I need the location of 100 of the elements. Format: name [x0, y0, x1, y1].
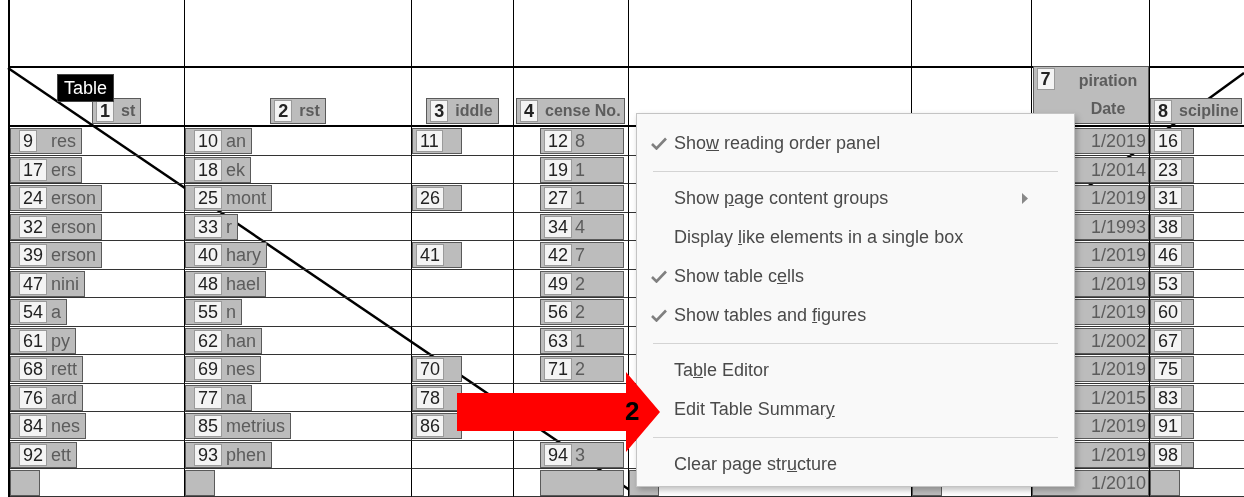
structure-tag[interactable]: 63 1: [540, 327, 624, 354]
structure-tag[interactable]: 84 nes: [10, 413, 87, 439]
order-number: 10: [194, 130, 223, 152]
tag-label: erson: [51, 188, 97, 208]
structure-tag[interactable]: 33 r: [185, 213, 238, 240]
order-number: 92: [19, 443, 48, 466]
structure-tag[interactable]: 48 hael: [185, 270, 267, 297]
structure-tag[interactable]: 16: [1150, 128, 1194, 154]
order-number: 34: [544, 215, 573, 238]
order-number: 49: [544, 272, 573, 295]
tag-label: a: [51, 302, 61, 322]
tag-label: ek: [226, 159, 245, 180]
order-number: 40: [194, 244, 223, 266]
structure-tag[interactable]: 53: [1150, 270, 1194, 297]
structure-tag[interactable]: 32 erson: [10, 213, 103, 240]
structure-tag[interactable]: 71 2: [540, 356, 624, 382]
structure-tag[interactable]: 68 rett: [10, 356, 83, 382]
structure-tag[interactable]: 26: [412, 185, 462, 211]
structure-tag[interactable]: 19 1: [540, 156, 624, 183]
structure-tag[interactable]: 85 metrius: [185, 413, 291, 439]
structure-tag[interactable]: 27 1: [540, 185, 624, 211]
structure-tag[interactable]: 54 a: [10, 299, 67, 325]
structure-tag[interactable]: 2 rst: [270, 98, 326, 124]
structure-tag[interactable]: 4 cense No.: [516, 98, 625, 124]
structure-tag[interactable]: 62 han: [185, 327, 263, 354]
tag-label: 1/2014: [1090, 159, 1146, 180]
structure-tag[interactable]: 1 st: [92, 98, 142, 124]
structure-tag[interactable]: 70: [412, 356, 462, 382]
structure-tag[interactable]: 31: [1150, 185, 1194, 211]
tag-label: 1/2019: [1090, 416, 1146, 436]
structure-tag[interactable]: 78: [412, 384, 462, 411]
structure-tag[interactable]: 93 phen: [185, 441, 273, 468]
structure-tag[interactable]: 69 nes: [185, 356, 262, 382]
structure-tag[interactable]: 60: [1150, 299, 1194, 325]
order-number: 61: [19, 329, 48, 352]
tag-label: nini: [51, 273, 80, 294]
order-number: 46: [1154, 244, 1183, 266]
structure-tag[interactable]: 61 py: [10, 327, 76, 354]
step-number: 2: [625, 396, 640, 426]
tag-label: 1/2019: [1090, 188, 1146, 208]
structure-tag[interactable]: 46: [1150, 242, 1194, 268]
order-number: 55: [194, 301, 223, 323]
structure-tag[interactable]: 56 2: [540, 299, 624, 325]
structure-tag[interactable]: 10 an: [185, 128, 253, 154]
tag-label: n: [226, 302, 236, 322]
structure-tag[interactable]: [1150, 470, 1180, 496]
order-number: 77: [194, 386, 223, 409]
tag-label: piration Date: [1078, 72, 1138, 117]
structure-tag[interactable]: 39 erson: [10, 242, 103, 268]
structure-tag[interactable]: 3 iddle: [426, 98, 499, 124]
structure-tag[interactable]: [540, 470, 624, 496]
structure-tag[interactable]: 11: [412, 128, 462, 154]
tag-label: han: [226, 330, 257, 351]
order-number: 86: [416, 415, 445, 437]
order-number: 1: [96, 100, 114, 122]
structure-tag[interactable]: 38: [1150, 213, 1194, 240]
structure-tag[interactable]: 49 2: [540, 270, 624, 297]
tag-label: st: [121, 102, 136, 119]
structure-tag[interactable]: 23: [1150, 156, 1194, 183]
tag-label: 1/2015: [1090, 387, 1146, 408]
structure-tag[interactable]: 47 nini: [10, 270, 86, 297]
tag-label: hael: [226, 273, 261, 294]
structure-tag[interactable]: [10, 470, 40, 496]
structure-tag[interactable]: 98: [1150, 441, 1194, 468]
tag-label: an: [226, 131, 247, 151]
structure-tag[interactable]: 40 hary: [185, 242, 267, 268]
structure-tag[interactable]: 77 na: [185, 384, 253, 411]
structure-tag[interactable]: 17 ers: [10, 156, 82, 183]
structure-tag[interactable]: 12 8: [540, 128, 624, 154]
tag-label: 1: [575, 188, 585, 208]
table-label: Table: [57, 74, 115, 102]
order-number: 27: [544, 187, 573, 209]
tag-label: ard: [51, 387, 77, 408]
structure-tag[interactable]: 92 ett: [10, 441, 77, 468]
structure-tag[interactable]: 75: [1150, 356, 1194, 382]
order-number: 54: [19, 301, 48, 323]
order-number: 94: [544, 443, 573, 466]
structure-tag[interactable]: 76 ard: [10, 384, 83, 411]
structure-tag[interactable]: 55 n: [185, 299, 242, 325]
structure-tag[interactable]: 94 3: [540, 441, 624, 468]
tag-label: 1/2019: [1090, 131, 1146, 151]
tag-label: na: [226, 387, 247, 408]
structure-tag[interactable]: 67: [1150, 327, 1194, 354]
structure-tag[interactable]: 91: [1150, 413, 1194, 439]
structure-tag[interactable]: 9 res: [10, 128, 82, 154]
structure-tag[interactable]: 34 4: [540, 213, 624, 240]
order-number: 16: [1154, 130, 1183, 152]
structure-tag[interactable]: 24 erson: [10, 185, 103, 211]
structure-tag[interactable]: 8 scipline: [1150, 98, 1242, 124]
structure-tag[interactable]: 83: [1150, 384, 1194, 411]
tag-label: ett: [51, 444, 71, 465]
structure-tag[interactable]: [185, 470, 215, 496]
tag-label: 8: [575, 131, 585, 151]
structure-tag[interactable]: 41: [412, 242, 462, 268]
structure-tag[interactable]: 18 ek: [185, 156, 251, 183]
structure-tag[interactable]: 7 piration Date: [1032, 66, 1149, 124]
tag-label: 1: [575, 159, 585, 180]
structure-tag[interactable]: 25 mont: [185, 185, 273, 211]
structure-tag[interactable]: 86: [412, 413, 462, 439]
structure-tag[interactable]: 42 7: [540, 242, 624, 268]
